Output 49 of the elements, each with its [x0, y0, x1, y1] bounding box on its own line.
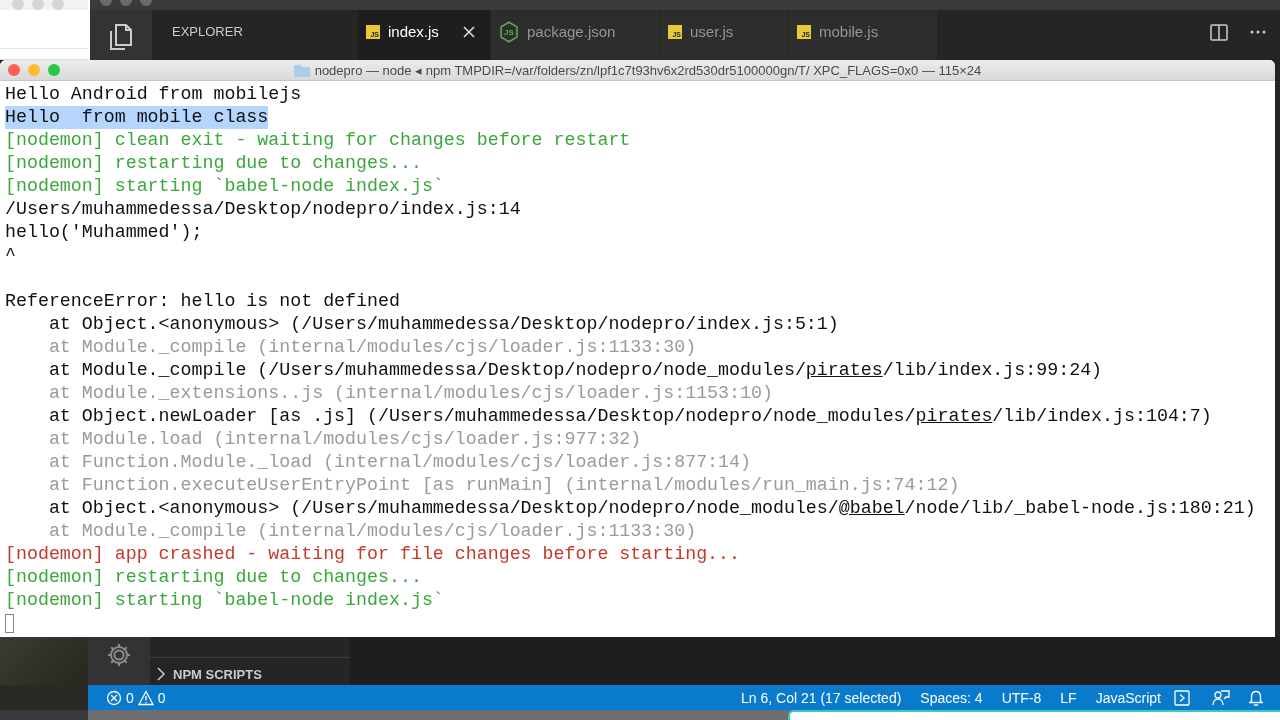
- feedback-icon[interactable]: [1212, 689, 1230, 706]
- terminal-icon[interactable]: [1174, 689, 1190, 706]
- bell-icon[interactable]: [1248, 689, 1264, 706]
- terminal-line: ^: [5, 244, 16, 267]
- terminal-line: at Object.newLoader [as .js] (/Users/muhammedessa/Desktop/nodepro/node_modules/pirates/lib/index.js:104:7): [47, 405, 1212, 428]
- terminal-line: Hello Android from mobilejs: [5, 83, 302, 106]
- language-mode[interactable]: JavaScript: [1095, 689, 1161, 706]
- error-icon: [106, 689, 122, 706]
- cursor: [5, 614, 14, 633]
- chevron-icon: [155, 666, 167, 682]
- terminal-line: ReferenceError: hello is not defined: [5, 290, 400, 313]
- line-ending[interactable]: LF: [1060, 689, 1077, 706]
- indentation[interactable]: Spaces: 4: [920, 689, 983, 706]
- terminal-line: at Module._extensions..js (internal/modules/cjs/loader.js:1153:10): [47, 382, 773, 405]
- terminal-line: [nodemon] restarting due to changes...: [5, 152, 422, 175]
- terminal-line: at Module._compile (/Users/muhammedessa/Desktop/nodepro/node_modules/pirates/lib/index.js:99:24): [47, 359, 1103, 382]
- terminal-line: at Object.<anonymous> (/Users/muhammedessa/Desktop/nodepro/node_modules/@babel/node/lib/_babel-node.js:180:21): [47, 497, 1256, 520]
- terminal-line: [nodemon] clean exit - waiting for changes before restart: [5, 129, 631, 152]
- sidebar-title: EXPLORER: [172, 24, 243, 41]
- terminal-line: [nodemon] starting `babel-node index.js`: [5, 589, 444, 612]
- window-button[interactable]: [52, 0, 64, 10]
- editor-tab[interactable]: JS package.json: [491, 10, 659, 60]
- terminal-line: at Module._compile (internal/modules/cjs/loader.js:1133:30): [47, 520, 697, 543]
- terminal-line: at Function.Module._load (internal/modules/cjs/loader.js:877:14): [47, 451, 751, 474]
- split-editor-icon[interactable]: [1210, 24, 1228, 41]
- zoom-button[interactable]: [48, 64, 60, 76]
- terminal-line: [nodemon] starting `babel-node index.js`: [5, 175, 444, 198]
- close-icon[interactable]: [462, 25, 476, 39]
- terminal-line: [nodemon] app crashed - waiting for file changes before starting...: [5, 543, 741, 566]
- warning-count[interactable]: 0: [157, 689, 166, 706]
- window-title: nodepro — node ◂ npm TMPDIR=/var/folders/zn/lpf1c7t93hv6x2rd530dr5100000gn/T/ XPC_FLAGS=0x0 — 115×24: [314, 62, 982, 78]
- settings-icon[interactable]: [105, 641, 133, 669]
- folder-icon: [293, 63, 310, 77]
- terminal-line: [nodemon] restarting due to changes...: [5, 566, 422, 589]
- minimize-button[interactable]: [28, 64, 40, 76]
- error-count[interactable]: 0: [126, 689, 134, 706]
- encoding[interactable]: UTF-8: [1001, 689, 1042, 706]
- terminal-line: hello('Muhammed');: [5, 221, 203, 244]
- terminal-line: at Module.load (internal/modules/cjs/loader.js:977:32): [47, 428, 642, 451]
- window-button[interactable]: [32, 0, 44, 10]
- node-file-icon: JS: [499, 21, 519, 43]
- close-button[interactable]: [8, 64, 20, 76]
- window-button[interactable]: [12, 0, 24, 10]
- warning-icon: [137, 689, 154, 706]
- terminal-line: at Module._compile (internal/modules/cjs/loader.js:1133:30): [47, 336, 697, 359]
- cursor-position[interactable]: Ln 6, Col 21 (17 selected): [741, 689, 902, 706]
- terminal-line: at Function.executeUserEntryPoint [as runMain] (internal/modules/run_main.js:74:12): [47, 474, 960, 497]
- terminal-line: /Users/muhammedessa/Desktop/nodepro/index.js:14: [5, 198, 521, 221]
- terminal-line: at Object.<anonymous> (/Users/muhammedessa/Desktop/nodepro/index.js:5:1): [47, 313, 839, 336]
